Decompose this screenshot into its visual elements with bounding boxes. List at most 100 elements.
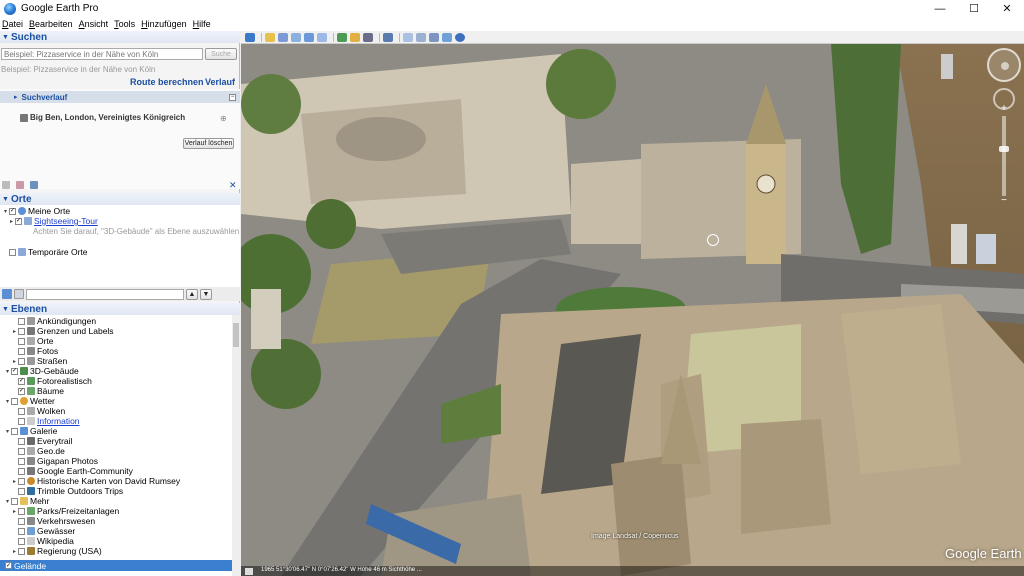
tour-icon[interactable] (317, 32, 327, 42)
clear-history-button[interactable]: Verlauf löschen (183, 138, 234, 149)
layer-item[interactable]: Fotos (11, 346, 58, 356)
sun-icon[interactable] (350, 32, 360, 42)
scrollbar-thumb[interactable] (233, 323, 239, 347)
zoom-slider-thumb[interactable] (999, 146, 1009, 152)
look-joystick-icon[interactable] (1001, 62, 1009, 70)
layers-tree: Ankündigungen ▸ Grenzen und Labels Orte F… (0, 315, 240, 576)
route-link[interactable]: Route berechnen (130, 77, 204, 87)
layer-item[interactable]: Information (18, 416, 80, 426)
collapse-icon[interactable]: ▾ (2, 208, 9, 215)
tree-item-meine-orte[interactable]: ▾ ✓ Meine Orte (2, 206, 70, 216)
menu-bearbeiten[interactable]: Bearbeiten (29, 19, 73, 29)
search-input[interactable] (1, 48, 203, 60)
search-history-header[interactable]: ▸ Suchverlauf − (0, 91, 240, 103)
earth-view-icon[interactable] (455, 32, 465, 42)
layer-item[interactable]: ▸ Grenzen und Labels (11, 326, 114, 336)
geo-icon (27, 447, 35, 455)
planets-icon[interactable] (363, 32, 373, 42)
folder-small-icon[interactable] (2, 181, 10, 189)
zoom-in-icon[interactable]: + (999, 104, 1009, 114)
places-section-header[interactable]: ▼ Orte (0, 193, 240, 205)
layer-item[interactable]: ▸ Regierung (USA) (11, 546, 102, 556)
layer-item[interactable]: Verkehrswesen (18, 516, 95, 526)
layer-item[interactable]: Google Earth-Community (18, 466, 133, 476)
layers-scrollbar[interactable] (232, 315, 240, 576)
tree-item-temporaere-orte[interactable]: Temporäre Orte (2, 247, 88, 257)
overlay-icon[interactable] (304, 32, 314, 42)
print-icon[interactable] (416, 32, 426, 42)
save-image-icon[interactable] (429, 32, 439, 42)
polygon-icon[interactable] (278, 32, 288, 42)
places-filter-input[interactable] (26, 288, 184, 300)
zoom-out-icon[interactable]: − (999, 196, 1009, 206)
collapse-icon[interactable]: − (229, 93, 236, 101)
folder-icon (20, 497, 28, 505)
layer-item[interactable]: ▸ Historische Karten von David Rumsey (11, 476, 180, 486)
close-button[interactable]: ✕ (990, 0, 1024, 17)
history-link[interactable]: Verlauf (205, 77, 235, 87)
down-arrow-button[interactable]: ▼ (200, 288, 212, 300)
layer-item[interactable]: ✓ Bäume (18, 386, 64, 396)
layer-item[interactable]: ▸ Parks/Freizeitanlagen (11, 506, 119, 516)
menu-hinzufuegen[interactable]: Hinzufügen (141, 19, 187, 29)
close-search-icon[interactable]: ✕ (229, 180, 237, 191)
layer-item[interactable]: Gewässer (18, 526, 75, 536)
checkbox[interactable] (9, 248, 16, 256)
sidebar-toggle-icon[interactable] (245, 32, 255, 42)
print-icon[interactable] (30, 181, 38, 189)
photo-icon (27, 347, 35, 355)
map-icon (27, 477, 35, 485)
layer-item[interactable]: Everytrail (18, 436, 72, 446)
email-icon[interactable] (403, 32, 413, 42)
trimble-icon (27, 487, 35, 495)
menu-ansicht[interactable]: Ansicht (79, 19, 109, 29)
copy-icon[interactable] (16, 181, 24, 189)
layer-item[interactable]: ▾ Wetter (4, 396, 55, 406)
search-places-icon[interactable] (2, 289, 12, 299)
movie-icon[interactable] (442, 32, 452, 42)
info-icon (27, 417, 35, 425)
map-view[interactable]: + − Image Landsat / Copernicus Google Ea… (241, 44, 1024, 576)
layer-item[interactable]: ✓ Fotorealistisch (18, 376, 92, 386)
checkbox[interactable]: ✓ (15, 217, 22, 225)
layer-item[interactable]: ▾ Galerie (4, 426, 57, 436)
tour-note: Achten Sie darauf, "3D-Gebäude" als Eben… (33, 227, 240, 236)
history-imagery-icon[interactable] (337, 32, 347, 42)
panel-icon[interactable] (14, 289, 24, 299)
tree-icon (27, 387, 35, 395)
tree-item-sightseeing-tour[interactable]: ▸ ✓ Sightseeing-Tour (8, 216, 98, 226)
aerial-imagery[interactable] (241, 44, 1024, 576)
status-text: 1965 51°30'06.47" N 0°07'26.42" W Höhe 4… (261, 567, 422, 573)
expand-icon[interactable]: ▸ (8, 218, 15, 225)
search-button[interactable]: Suche (205, 48, 237, 60)
layer-item[interactable]: Ankündigungen (11, 316, 96, 326)
placemark-icon[interactable] (265, 32, 275, 42)
ruler-icon[interactable] (383, 32, 393, 42)
look-control[interactable] (987, 48, 1021, 82)
menu-hilfe[interactable]: Hilfe (193, 19, 211, 29)
menu-datei[interactable]: Datei (2, 19, 23, 29)
layer-item[interactable]: ▾ ✓ 3D-Gebäude (4, 366, 79, 376)
layer-item-selected[interactable]: ✓ Gelände (0, 560, 240, 571)
layer-item[interactable]: Wikipedia (18, 536, 74, 546)
layer-item[interactable]: Trimble Outdoors Trips (18, 486, 123, 496)
layer-item[interactable]: Geo.de (18, 446, 65, 456)
tour-guide-toggle[interactable] (245, 566, 256, 576)
tour-guide-icon[interactable] (245, 567, 253, 575)
path-icon[interactable] (291, 32, 301, 42)
up-arrow-button[interactable]: ▲ (186, 288, 198, 300)
checkbox[interactable]: ✓ (9, 207, 16, 215)
layer-item[interactable]: Gigapan Photos (18, 456, 98, 466)
layers-section-header[interactable]: ▼ Ebenen (0, 303, 240, 315)
add-icon[interactable]: ⊕ (220, 114, 227, 123)
layer-item[interactable]: Orte (11, 336, 54, 346)
minimize-button[interactable]: — (923, 0, 957, 17)
layer-item[interactable]: Wolken (18, 406, 65, 416)
menu-tools[interactable]: Tools (114, 19, 135, 29)
maximize-button[interactable]: ☐ (957, 0, 991, 17)
search-section-header[interactable]: ▼ Suchen (0, 31, 240, 43)
layer-item[interactable]: ▸ Straßen (11, 356, 67, 366)
zoom-slider[interactable] (999, 116, 1009, 196)
history-item[interactable]: Big Ben, London, Vereinigtes Königreich (20, 113, 185, 122)
layer-item[interactable]: ▾ Mehr (4, 496, 49, 506)
